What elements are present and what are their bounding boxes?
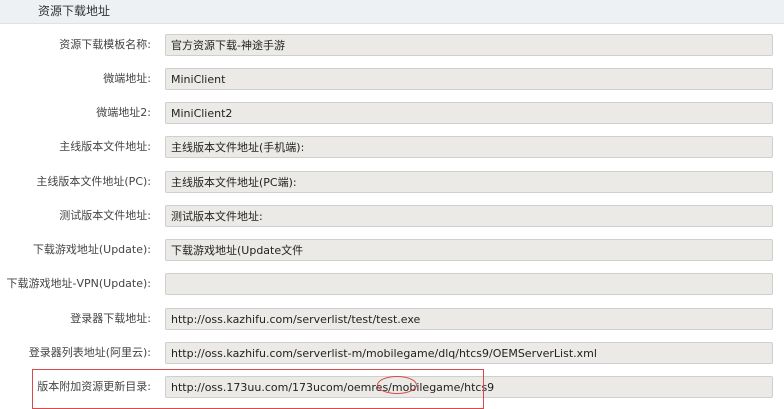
main-version-value: 主线版本文件地址(手机端): xyxy=(171,141,305,154)
form-row-test-version: 测试版本文件地址: 测试版本文件地址: xyxy=(0,205,784,227)
template-name-label: 资源下载模板名称: xyxy=(59,38,151,51)
update-vpn-url-label: 下载游戏地址-VPN(Update): xyxy=(6,277,151,290)
update-url-value: 下载游戏地址(Update文件 xyxy=(171,244,304,257)
highlight-ellipse xyxy=(377,376,417,394)
highlight-box xyxy=(32,369,484,409)
update-url-label: 下载游戏地址(Update): xyxy=(32,243,151,256)
miniclient-label: 微端地址: xyxy=(103,72,151,85)
form-row-main-version-pc: 主线版本文件地址(PC): 主线版本文件地址(PC端): xyxy=(0,171,784,193)
launcher-url-label: 登录器下载地址: xyxy=(70,312,151,325)
server-list-url-value: http://oss.kazhifu.com/serverlist-m/mobi… xyxy=(171,347,597,360)
form-row-main-version: 主线版本文件地址: 主线版本文件地址(手机端): xyxy=(0,136,784,158)
test-version-field[interactable]: 测试版本文件地址: xyxy=(165,205,773,227)
main-version-pc-value: 主线版本文件地址(PC端): xyxy=(171,176,297,189)
miniclient-value: MiniClient xyxy=(171,73,226,86)
form-row-miniclient2: 微端地址2: MiniClient2 xyxy=(0,102,784,124)
main-version-pc-label: 主线版本文件地址(PC): xyxy=(36,175,151,188)
form-row-update-url: 下载游戏地址(Update): 下载游戏地址(Update文件 xyxy=(0,239,784,261)
miniclient-field[interactable]: MiniClient xyxy=(165,68,773,90)
main-version-field[interactable]: 主线版本文件地址(手机端): xyxy=(165,136,773,158)
launcher-url-field[interactable]: http://oss.kazhifu.com/serverlist/test/t… xyxy=(165,308,773,330)
form-row-launcher-url: 登录器下载地址: http://oss.kazhifu.com/serverli… xyxy=(0,308,784,330)
section-header: 资源下载地址 xyxy=(0,0,784,24)
template-name-value: 官方资源下载-神途手游 xyxy=(171,39,285,52)
test-version-label: 测试版本文件地址: xyxy=(59,209,151,222)
update-vpn-url-field[interactable] xyxy=(165,273,773,295)
template-name-field[interactable]: 官方资源下载-神途手游 xyxy=(165,34,773,56)
miniclient2-label: 微端地址2: xyxy=(96,106,151,119)
update-url-field[interactable]: 下载游戏地址(Update文件 xyxy=(165,239,773,261)
form-row-miniclient: 微端地址: MiniClient xyxy=(0,68,784,90)
test-version-value: 测试版本文件地址: xyxy=(171,210,263,223)
main-version-label: 主线版本文件地址: xyxy=(59,140,151,153)
section-title: 资源下载地址 xyxy=(38,4,111,18)
miniclient2-field[interactable]: MiniClient2 xyxy=(165,102,773,124)
server-list-url-field[interactable]: http://oss.kazhifu.com/serverlist-m/mobi… xyxy=(165,342,773,364)
form-row-template-name: 资源下载模板名称: 官方资源下载-神途手游 xyxy=(0,34,784,56)
main-version-pc-field[interactable]: 主线版本文件地址(PC端): xyxy=(165,171,773,193)
form-row-update-vpn-url: 下载游戏地址-VPN(Update): xyxy=(0,273,784,295)
server-list-url-label: 登录器列表地址(阿里云): xyxy=(28,346,151,359)
form-row-server-list-url: 登录器列表地址(阿里云): http://oss.kazhifu.com/ser… xyxy=(0,342,784,364)
miniclient2-value: MiniClient2 xyxy=(171,107,233,120)
launcher-url-value: http://oss.kazhifu.com/serverlist/test/t… xyxy=(171,313,421,326)
